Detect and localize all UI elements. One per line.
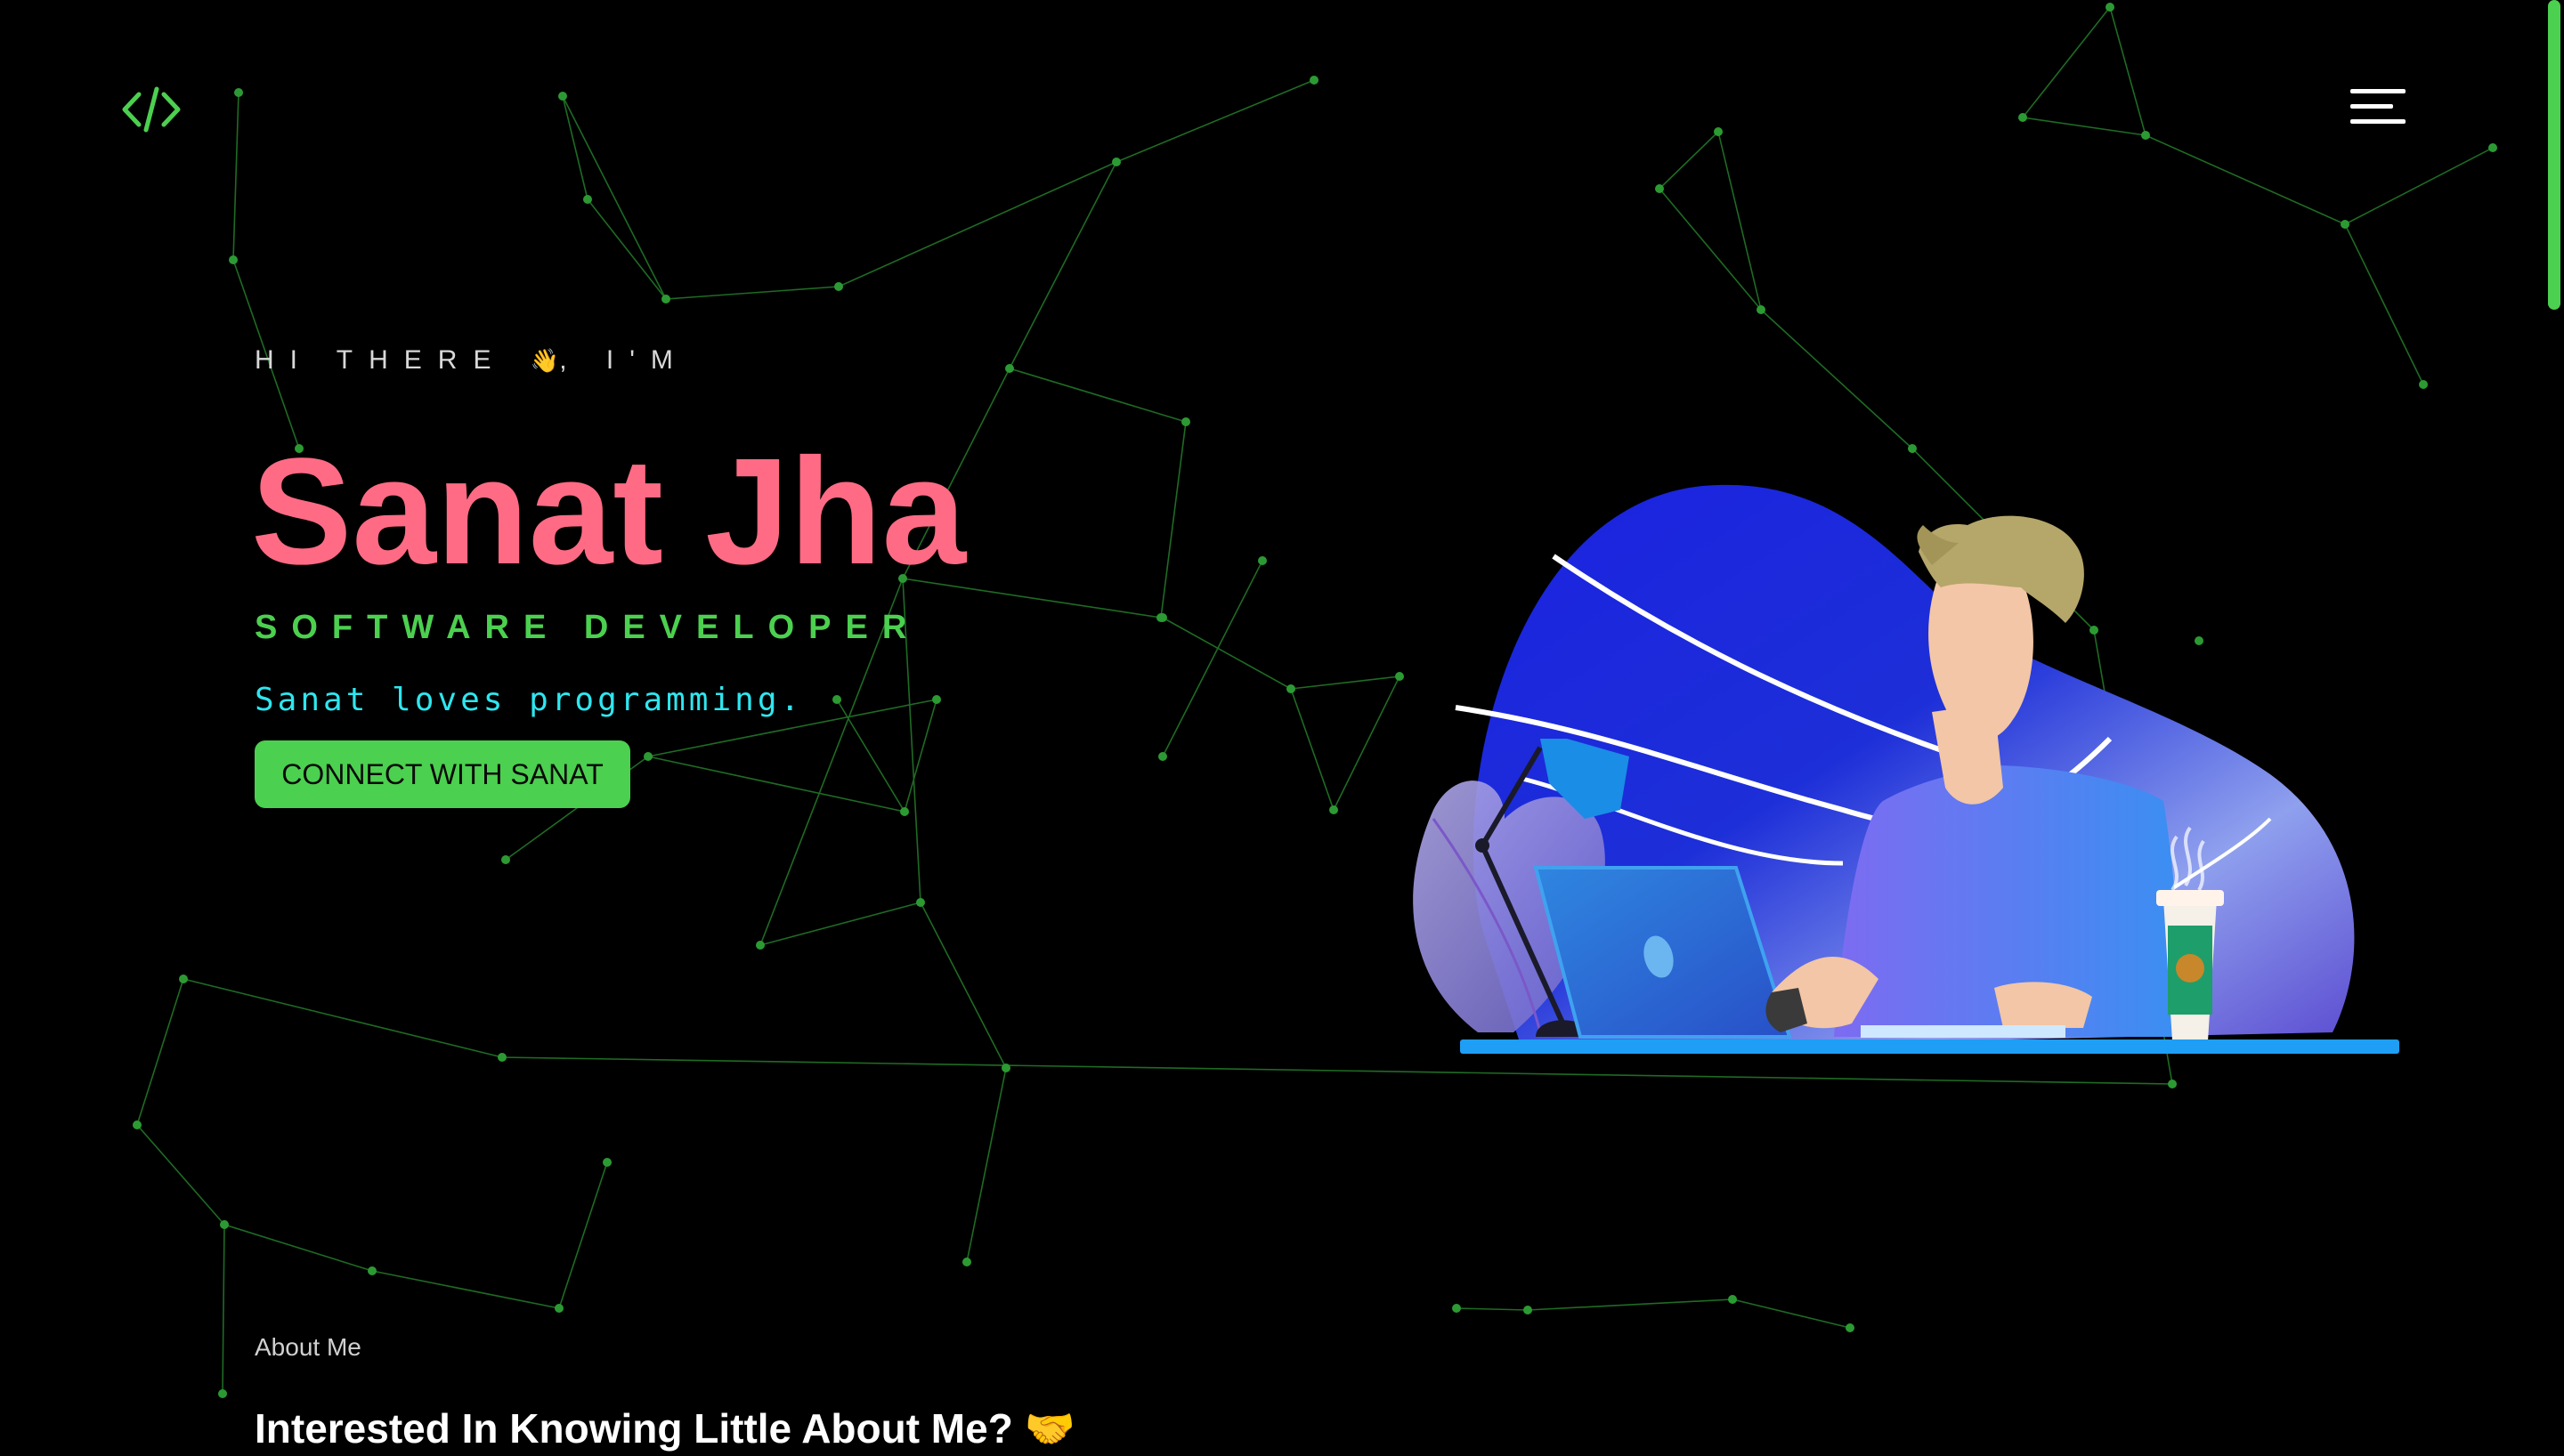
about-heading: Interested In Knowing Little About Me? 🤝 — [255, 1405, 1075, 1452]
network-node — [1452, 1304, 1461, 1313]
network-node — [558, 92, 567, 101]
network-line — [1456, 1307, 1529, 1311]
network-line — [2145, 134, 2346, 225]
network-node — [220, 1220, 229, 1229]
network-line — [1116, 79, 1315, 163]
network-node — [1846, 1323, 1854, 1332]
network-line — [562, 95, 588, 200]
connect-button[interactable]: CONNECT WITH SANAT — [255, 740, 630, 808]
network-line — [2344, 223, 2424, 385]
network-line — [183, 978, 503, 1058]
network-node — [583, 195, 592, 204]
network-node — [832, 695, 841, 704]
network-node — [2141, 131, 2150, 140]
network-node — [603, 1158, 612, 1167]
network-node — [555, 1304, 564, 1313]
network-node — [234, 88, 243, 97]
network-node — [1523, 1306, 1532, 1314]
waving-hand-icon: 👋 — [530, 347, 560, 374]
network-line — [1659, 131, 1719, 190]
network-node — [1181, 417, 1190, 426]
network-node — [179, 975, 188, 983]
hero-name: Sanat Jha — [251, 427, 967, 596]
network-line — [904, 699, 937, 813]
network-node — [1728, 1295, 1737, 1304]
network-node — [229, 255, 238, 264]
network-line — [232, 92, 239, 261]
network-line — [222, 1224, 225, 1395]
network-node — [368, 1266, 377, 1275]
network-node — [962, 1258, 971, 1266]
network-line — [587, 198, 667, 300]
network-line — [1527, 1298, 1733, 1311]
network-line — [920, 902, 1007, 1069]
network-line — [136, 1124, 225, 1225]
network-node — [756, 941, 765, 950]
network-line — [2344, 147, 2494, 225]
network-node — [1258, 556, 1267, 565]
network-node — [916, 898, 925, 907]
network-line — [2022, 117, 2146, 136]
network-line — [1290, 688, 1335, 811]
network-line — [759, 902, 921, 946]
network-line — [2109, 6, 2146, 136]
network-node — [1156, 613, 1165, 622]
network-line — [838, 161, 1117, 287]
network-line — [1760, 309, 1913, 449]
developer-at-desk-illustration — [1413, 484, 2399, 1054]
hero-tagline: Sanat loves programming. — [255, 682, 804, 718]
network-node — [218, 1389, 227, 1398]
network-node — [1655, 184, 1664, 193]
network-line — [1162, 617, 1292, 690]
network-node — [1714, 127, 1723, 136]
network-node — [2341, 220, 2349, 229]
hamburger-menu-icon[interactable] — [2350, 85, 2409, 130]
network-node — [2168, 1080, 2177, 1088]
network-line — [558, 1161, 608, 1309]
network-node — [133, 1120, 142, 1129]
network-node — [2419, 380, 2428, 389]
network-node — [1112, 158, 1121, 166]
network-line — [562, 95, 667, 300]
scroll-indicator[interactable] — [2548, 0, 2560, 310]
network-line — [1162, 560, 1263, 757]
handshake-icon: 🤝 — [1024, 1405, 1075, 1452]
network-line — [223, 1224, 373, 1272]
network-node — [1158, 752, 1167, 761]
network-line — [1717, 131, 1762, 311]
network-line — [665, 286, 840, 300]
network-node — [2106, 3, 2114, 12]
network-node — [932, 695, 941, 704]
about-label: About Me — [255, 1333, 361, 1361]
network-node — [1908, 444, 1917, 453]
network-line — [371, 1270, 560, 1309]
network-node — [1002, 1064, 1010, 1072]
network-line — [836, 699, 905, 813]
network-line — [136, 978, 184, 1126]
network-node — [1329, 805, 1338, 814]
code-brackets-icon[interactable] — [121, 85, 182, 133]
network-node — [498, 1053, 507, 1062]
network-node — [834, 282, 843, 291]
network-line — [1160, 421, 1187, 619]
network-line — [647, 756, 905, 813]
network-node — [644, 752, 653, 761]
hero-section: HI THERE 👋, I'M Sanat Jha SOFTWARE DEVEL… — [251, 338, 1412, 808]
hero-greeting: HI THERE 👋, I'M — [255, 345, 689, 375]
network-node — [661, 295, 670, 303]
hero-role: SOFTWARE DEVELOPER — [255, 609, 921, 646]
network-line — [2022, 6, 2111, 118]
network-line — [1732, 1298, 1851, 1329]
network-node — [2018, 113, 2027, 122]
network-node — [501, 855, 510, 864]
network-node — [1286, 684, 1295, 693]
network-node — [900, 807, 909, 816]
network-node — [1757, 305, 1765, 314]
network-node — [1310, 76, 1319, 85]
network-line — [966, 1067, 1007, 1263]
network-node — [2488, 143, 2497, 152]
